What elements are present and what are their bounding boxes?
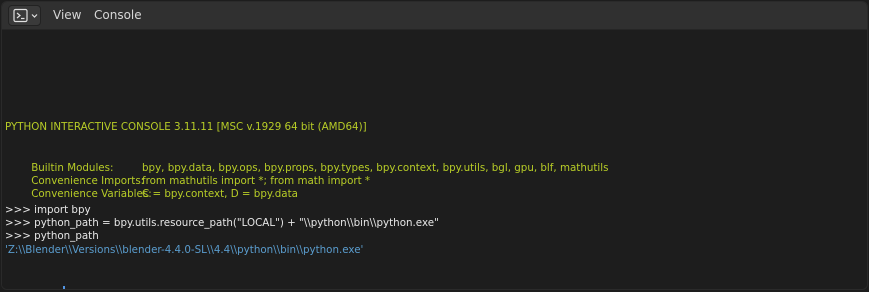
console-prompt: >>> xyxy=(31,288,60,289)
history-line-eval: >>> python_path xyxy=(5,230,99,242)
convenience-variables-value: C = bpy.context, D = bpy.data xyxy=(142,188,298,200)
console-scrollback[interactable]: PYTHON INTERACTIVE CONSOLE 3.11.11 [MSC … xyxy=(2,30,867,289)
console-output: 'Z:\\Blender\\Versions\\blender-4.4.0-SL… xyxy=(5,244,364,256)
python-console-area: View Console PYTHON INTERACTIVE CONSOLE … xyxy=(1,1,868,290)
editor-type-selector[interactable] xyxy=(8,5,41,26)
history-line-import: >>> import bpy xyxy=(5,204,91,216)
view-menu[interactable]: View xyxy=(53,2,81,29)
console-menu[interactable]: Console xyxy=(94,2,142,29)
builtin-modules-line: Builtin Modules: bpy, bpy.data, bpy.ops, … xyxy=(5,149,865,174)
history-line-assign: >>> python_path = bpy.utils.resource_pat… xyxy=(5,217,439,229)
convenience-variables-line: Convenience Variables: C = bpy.context, D… xyxy=(5,175,865,200)
chevron-down-icon xyxy=(31,14,38,18)
python-console-window: View Console PYTHON INTERACTIVE CONSOLE … xyxy=(0,0,869,292)
convenience-imports-line: Convenience Imports: from mathutils impor… xyxy=(5,162,865,187)
console-header: View Console xyxy=(2,2,867,30)
text-cursor xyxy=(63,286,66,289)
console-banner: PYTHON INTERACTIVE CONSOLE 3.11.11 [MSC … xyxy=(5,121,367,133)
convenience-variables-label: Convenience Variables: xyxy=(31,188,152,200)
console-input-line[interactable]: >>> xyxy=(5,273,66,289)
